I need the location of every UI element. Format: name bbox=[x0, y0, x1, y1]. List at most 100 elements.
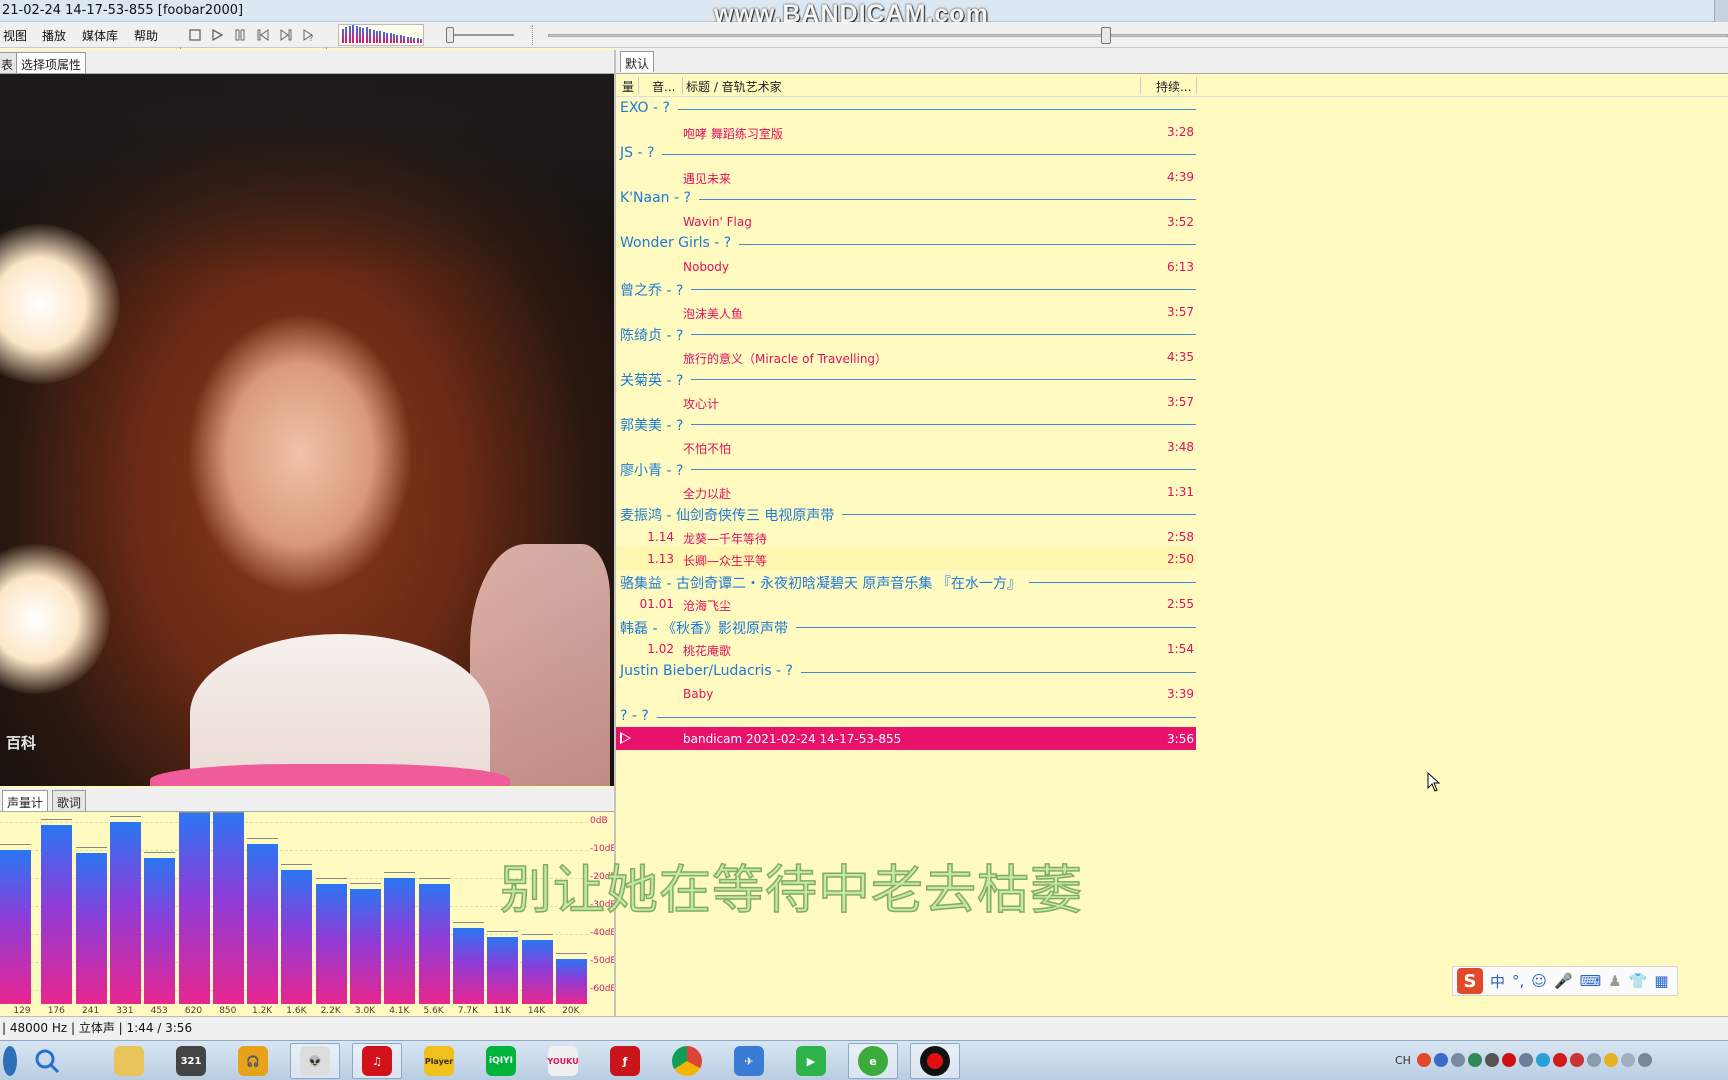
power-icon[interactable] bbox=[1518, 1053, 1533, 1067]
playlist-group-header[interactable]: JS - ? bbox=[616, 142, 1196, 165]
notification-icon[interactable] bbox=[1620, 1053, 1635, 1067]
ime-mode-chinese[interactable]: 中 bbox=[1490, 971, 1505, 992]
start-button[interactable] bbox=[0, 1043, 20, 1079]
menu-library[interactable]: 媒体库 bbox=[82, 27, 118, 44]
shield-icon[interactable] bbox=[1535, 1053, 1550, 1067]
iqiyi-icon[interactable]: iQIYI bbox=[476, 1043, 526, 1079]
weibo-icon[interactable] bbox=[1552, 1053, 1567, 1067]
youku-icon[interactable]: YOUKU bbox=[538, 1043, 588, 1079]
volume-slider-thumb[interactable] bbox=[446, 27, 454, 43]
potplayer-icon[interactable]: Player bbox=[414, 1043, 464, 1079]
window-control-edge[interactable] bbox=[1714, 0, 1728, 22]
playlist-track-row[interactable]: 01.01 沧海飞尘 2:55 bbox=[616, 592, 1196, 615]
chrome-icon[interactable] bbox=[662, 1043, 712, 1079]
playlist-track-row[interactable]: Nobody 6:13 bbox=[616, 255, 1196, 278]
user-icon[interactable]: ♟ bbox=[1608, 972, 1621, 990]
search-icon[interactable] bbox=[22, 1043, 72, 1079]
record-tray-icon[interactable] bbox=[1501, 1053, 1516, 1067]
group-header-text: 麦振鸿 - 仙剑奇侠传三 电视原声带 bbox=[620, 505, 843, 525]
playlist-group-header[interactable]: 韩磊 - 《秋香》影视原声带 bbox=[616, 615, 1196, 638]
playlist-group-header[interactable]: 廖小青 - ? bbox=[616, 457, 1196, 480]
playlist-group-header[interactable]: 郭美美 - ? bbox=[616, 412, 1196, 435]
mini-visualizer-bar bbox=[355, 26, 358, 43]
previous-icon[interactable] bbox=[254, 26, 272, 44]
app-tray-icon[interactable] bbox=[1484, 1053, 1499, 1067]
playlist-group-header[interactable]: ? - ? bbox=[616, 705, 1196, 728]
skin-icon[interactable]: 👕 bbox=[1629, 972, 1648, 990]
sogou-tray-icon[interactable] bbox=[1416, 1053, 1431, 1067]
play-icon[interactable] bbox=[208, 26, 226, 44]
bandicam-record-icon[interactable] bbox=[910, 1043, 960, 1079]
random-icon[interactable]: ? bbox=[300, 26, 318, 44]
next-icon[interactable] bbox=[277, 26, 295, 44]
sogou-logo-icon[interactable]: S bbox=[1457, 968, 1483, 994]
playlist-track-row[interactable]: 1.13 长卿—众生平等 2:50 bbox=[616, 547, 1196, 570]
update-icon[interactable] bbox=[1569, 1053, 1584, 1067]
input-language[interactable]: CH bbox=[1395, 1054, 1411, 1067]
menu-help[interactable]: 帮助 bbox=[134, 27, 158, 44]
stop-icon[interactable] bbox=[186, 26, 204, 44]
playlist-group-header[interactable]: 曾之乔 - ? bbox=[616, 277, 1196, 300]
playlist-group-header[interactable]: Wonder Girls - ? bbox=[616, 232, 1196, 255]
tab-lyrics[interactable]: 歌词 bbox=[52, 790, 87, 811]
playlist-group-header[interactable]: 陈绮贞 - ? bbox=[616, 322, 1196, 345]
keyboard-icon[interactable]: ⌨ bbox=[1580, 972, 1602, 990]
seek-bar[interactable] bbox=[548, 34, 1728, 37]
playlist-track-row[interactable]: 遇见未来 4:39 bbox=[616, 165, 1196, 188]
playlist-track-row[interactable]: 不怕不怕 3:48 bbox=[616, 435, 1196, 458]
svg-text:?: ? bbox=[309, 34, 313, 42]
column-header-title[interactable]: 标题 / 音轨艺术家 bbox=[686, 78, 782, 95]
playlist-group-header[interactable]: K'Naan - ? bbox=[616, 187, 1196, 210]
flash-icon[interactable]: ƒ bbox=[600, 1043, 650, 1079]
emoji-icon[interactable]: ☺ bbox=[1531, 972, 1547, 990]
menu-view[interactable]: 视图 bbox=[3, 27, 27, 44]
column-header-track[interactable]: 音... bbox=[652, 78, 675, 95]
playlist-track-row[interactable]: 攻心计 3:57 bbox=[616, 390, 1196, 413]
network-icon[interactable] bbox=[1450, 1053, 1465, 1067]
playlist-track-row[interactable]: 咆哮 舞蹈练习室版 3:28 bbox=[616, 120, 1196, 143]
playlist-group-header[interactable]: 麦振鸿 - 仙剑奇侠传三 电视原声带 bbox=[616, 502, 1196, 525]
group-header-text: 韩磊 - 《秋香》影视原声带 bbox=[620, 617, 796, 638]
feishu-icon[interactable]: ✈ bbox=[724, 1043, 774, 1079]
playlist-track-row[interactable]: bandicam 2021-02-24 14-17-53-855 3:56 bbox=[616, 727, 1196, 750]
playlist-track-row[interactable]: 旅行的意义（Miracle of Travelling） 4:35 bbox=[616, 345, 1196, 368]
tab-selection-properties[interactable]: 选择项属性 bbox=[16, 52, 87, 73]
ime-toolbar[interactable]: S 中 °, ☺ 🎤 ⌨ ♟ 👕 ▦ bbox=[1452, 966, 1678, 996]
ime-punctuation[interactable]: °, bbox=[1512, 972, 1524, 990]
browser-icon[interactable]: e bbox=[848, 1043, 898, 1079]
security-icon[interactable] bbox=[1467, 1053, 1482, 1067]
now-playing-icon bbox=[620, 732, 631, 744]
file-explorer-icon[interactable] bbox=[104, 1043, 154, 1079]
playlist-group-header[interactable]: EXO - ? bbox=[616, 97, 1196, 120]
playlist-group-header[interactable]: 关菊英 - ? bbox=[616, 367, 1196, 390]
playlist-track-row[interactable]: 全力以赴 1:31 bbox=[616, 480, 1196, 503]
toolbox-icon[interactable]: ▦ bbox=[1654, 972, 1668, 990]
video-editor-icon[interactable]: 321 bbox=[166, 1043, 216, 1079]
playlist-track-row[interactable]: 1.14 龙葵—千年等待 2:58 bbox=[616, 525, 1196, 548]
playlist-track-row[interactable]: 1.02 桃花庵歌 1:54 bbox=[616, 637, 1196, 660]
volume-track[interactable] bbox=[446, 34, 514, 36]
help-icon[interactable] bbox=[1433, 1053, 1448, 1067]
speaker-icon[interactable] bbox=[1586, 1053, 1601, 1067]
volume-icon[interactable] bbox=[1637, 1053, 1652, 1067]
playlist-track-row[interactable]: Baby 3:39 bbox=[616, 682, 1196, 705]
playlist-group-header[interactable]: 骆集益 - 古剑奇谭二・永夜初晗凝碧天 原声音乐集 『在水一方』 bbox=[616, 570, 1196, 593]
pause-icon[interactable] bbox=[231, 26, 249, 44]
menu-playback[interactable]: 播放 bbox=[42, 27, 66, 44]
mini-visualizer-bar bbox=[372, 30, 375, 43]
tray-app-icon[interactable] bbox=[1603, 1053, 1618, 1067]
netease-music-icon[interactable]: ♫ bbox=[352, 1043, 402, 1079]
column-header-duration[interactable]: 持续... bbox=[1156, 78, 1191, 95]
headphones-icon[interactable]: 🎧 bbox=[228, 1043, 278, 1079]
tab-volume-meter[interactable]: 声量计 bbox=[2, 790, 49, 811]
microphone-icon[interactable]: 🎤 bbox=[1554, 972, 1573, 990]
seek-bar-thumb[interactable] bbox=[1101, 27, 1111, 44]
spectrum-bar bbox=[350, 889, 381, 1004]
playlist-group-header[interactable]: Justin Bieber/Ludacris - ? bbox=[616, 660, 1196, 683]
column-header-number[interactable]: 量 bbox=[622, 78, 634, 95]
playlist-track-row[interactable]: Wavin' Flag 3:52 bbox=[616, 210, 1196, 233]
foobar-icon[interactable]: 👽 bbox=[290, 1043, 340, 1079]
playlist-track-row[interactable]: 泡沫美人鱼 3:57 bbox=[616, 300, 1196, 323]
media-player-icon[interactable]: ▶ bbox=[786, 1043, 836, 1079]
tab-default-playlist[interactable]: 默认 bbox=[620, 51, 655, 72]
